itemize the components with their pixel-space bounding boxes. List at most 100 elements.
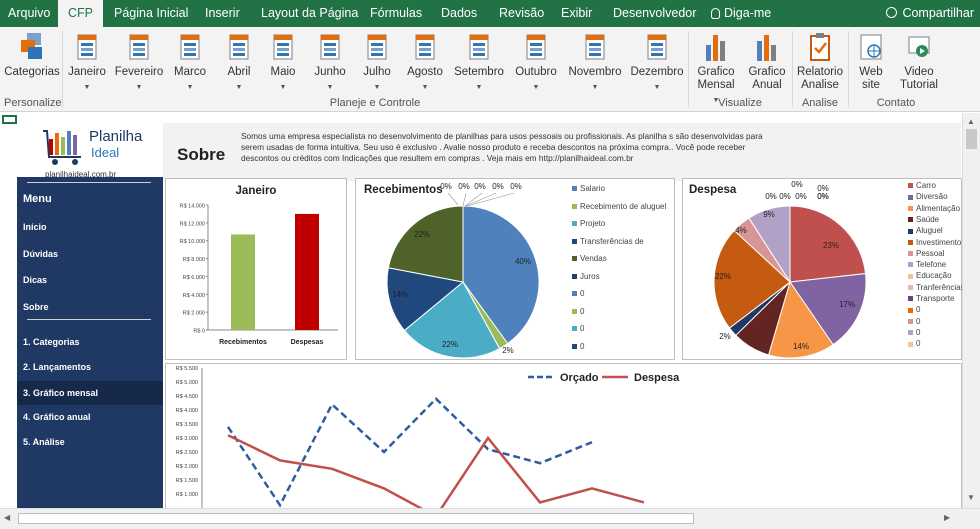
share-button[interactable]: Compartilhar xyxy=(886,0,974,27)
scroll-down-icon[interactable]: ▼ xyxy=(967,493,975,502)
dropdown-caret-icon: ▼ xyxy=(235,84,243,91)
website-button[interactable]: Web site xyxy=(852,31,890,92)
calendar-sheet-icon xyxy=(273,34,293,60)
sidebar-menu: Menu Início Dúvidas Dicas Sobre 1. Categ… xyxy=(17,177,163,508)
sidebar-link-dicas[interactable]: Dicas xyxy=(23,275,47,285)
about-title: Sobre xyxy=(177,145,226,164)
scroll-thumb[interactable] xyxy=(966,129,977,149)
calendar-sheet-icon xyxy=(229,34,249,60)
x-tick-label: Despesas xyxy=(291,339,324,346)
person-icon xyxy=(886,7,898,18)
sidebar-item-categorias[interactable]: 1. Categorias xyxy=(23,337,80,347)
ribbon-tab-bar: Arquivo CFP Página Inicial Inserir Layou… xyxy=(0,0,980,27)
tab-layout-pagina[interactable]: Layout da Página xyxy=(261,0,358,27)
pie-value-label: 9% xyxy=(763,210,775,219)
logo-line1: Planilha xyxy=(89,128,143,145)
dropdown-caret-icon: ▼ xyxy=(475,84,483,91)
chart-orcado-despesa[interactable]: R$ 1.000 R$ 1.500 R$ 2.000 R$ 2.500 R$ 3.000… xyxy=(165,363,962,509)
legend-item: 0 xyxy=(908,305,920,314)
sidebar-item-grafico-anual[interactable]: 4. Gráfico anual xyxy=(23,412,91,422)
month-button-4[interactable]: Maio ▼ xyxy=(263,31,303,94)
y-tick-label: R$ 6.000 xyxy=(183,275,205,281)
legend-item: Alimentação xyxy=(908,204,960,213)
sidebar-link-sobre[interactable]: Sobre xyxy=(23,302,49,312)
horizontal-scrollbar[interactable]: ◀ ▶ xyxy=(0,508,980,529)
dropdown-caret-icon: ▼ xyxy=(135,84,143,91)
tab-formulas[interactable]: Fórmulas xyxy=(370,0,422,27)
worksheet-area[interactable]: Planilha Ideal planilhaideal.com.br Sobr… xyxy=(0,113,965,509)
chart-despesa[interactable]: Despesa 23% 17% 14% 2% 22% 4% 9% 0% 0% 0% 0% 0% 0% 0%… xyxy=(682,178,965,360)
group-label-analise: Analise xyxy=(801,97,839,109)
tab-revisao[interactable]: Revisão xyxy=(499,0,544,27)
legend-swatch xyxy=(572,256,577,262)
ribbon: Categorias Janeiro ▼ Fevereiro ▼ Marco ▼ Abril… xyxy=(0,27,980,112)
leader-line xyxy=(447,192,459,206)
pie-value-label: 22% xyxy=(715,272,731,281)
bar-0 xyxy=(231,234,255,330)
group-label-visualize: Visualize xyxy=(718,97,762,109)
month-button-0[interactable]: Janeiro ▼ xyxy=(64,31,110,94)
vertical-scrollbar[interactable]: ▲ ▼ xyxy=(962,113,980,508)
grafico-mensal-button[interactable]: Grafico Mensal ▼ xyxy=(692,31,740,107)
leader-line xyxy=(462,192,467,207)
chart-recebimentos[interactable]: Recebimentos 40% 2% 22% 14% 22% 0% 0% 0% 0% 0% Sa… xyxy=(355,178,675,360)
month-button-8[interactable]: Setembro ▼ xyxy=(452,31,506,94)
scroll-right-icon[interactable]: ▶ xyxy=(944,513,950,522)
pie-value-label: 17% xyxy=(839,300,855,309)
tab-dados[interactable]: Dados xyxy=(441,0,477,27)
scroll-left-icon[interactable]: ◀ xyxy=(4,513,10,522)
tell-me-search[interactable]: Diga-me xyxy=(711,0,771,27)
tab-desenvolvedor[interactable]: Desenvolvedor xyxy=(613,0,696,27)
legend-swatch xyxy=(908,296,913,302)
group-label-contato: Contato xyxy=(876,97,916,109)
tab-inserir[interactable]: Inserir xyxy=(205,0,240,27)
legend-swatch xyxy=(908,273,913,279)
y-tick-label: R$ 12.000 xyxy=(180,221,205,227)
selected-cell[interactable] xyxy=(2,115,17,124)
legend-item: Recebimento de aluguel xyxy=(572,202,666,211)
legend-swatch xyxy=(572,273,577,279)
month-button-7[interactable]: Agosto ▼ xyxy=(402,31,448,94)
month-button-6[interactable]: Julho ▼ xyxy=(356,31,398,94)
clipboard-check-icon xyxy=(810,33,830,61)
pie-value-label: 22% xyxy=(442,340,458,349)
pie-value-label: 4% xyxy=(735,226,747,235)
pie-value-label: 0% xyxy=(458,182,470,191)
grafico-anual-button[interactable]: Grafico Anual xyxy=(745,31,789,92)
sidebar-item-analise[interactable]: 5. Análise xyxy=(23,437,65,447)
dropdown-caret-icon: ▼ xyxy=(186,84,194,91)
month-button-1[interactable]: Fevereiro ▼ xyxy=(114,31,164,94)
month-button-5[interactable]: Junho ▼ xyxy=(309,31,351,94)
month-button-2[interactable]: Marco ▼ xyxy=(163,31,217,94)
legend-swatch xyxy=(572,291,577,297)
bar-chart-svg: R$ 0 R$ 2.000 R$ 4.000 R$ 6.000 R$ 8.000 R$ 1… xyxy=(180,204,338,346)
sidebar-item-grafico-mensal[interactable]: 3. Gráfico mensal xyxy=(23,388,98,398)
chart-janeiro[interactable]: Janeiro R$ 0 R$ 2.000 R$ 4.000 R$ 6.000 R$ 8… xyxy=(165,178,347,360)
group-label-personalize: Personalize xyxy=(4,97,62,109)
sidebar-link-inicio[interactable]: Início xyxy=(23,222,47,232)
month-button-3[interactable]: Abril ▼ xyxy=(220,31,258,94)
month-button-10[interactable]: Novembro ▼ xyxy=(565,31,625,94)
categories-icon xyxy=(21,33,42,59)
scroll-up-icon[interactable]: ▲ xyxy=(967,117,975,126)
sidebar-item-lancamentos[interactable]: 2. Lançamentos xyxy=(23,362,91,372)
y-tick-label: R$ 8.000 xyxy=(183,257,205,263)
group-label-planeje: Planeje e Controle xyxy=(329,97,421,109)
hscroll-thumb[interactable] xyxy=(18,513,694,524)
calendar-sheet-icon xyxy=(415,34,435,60)
tab-cfp[interactable]: CFP xyxy=(58,0,103,27)
categorias-button[interactable]: Categorias xyxy=(4,31,60,79)
legend-swatch xyxy=(908,330,913,336)
tab-arquivo[interactable]: Arquivo xyxy=(8,0,50,27)
month-button-9[interactable]: Outubro ▼ xyxy=(511,31,561,94)
y-tick-label: R$ 5.000 xyxy=(176,380,198,386)
legend-swatch xyxy=(908,307,913,313)
tab-exibir[interactable]: Exibir xyxy=(561,0,592,27)
video-tutorial-button[interactable]: Video Tutorial xyxy=(896,31,942,92)
relatorio-analise-button[interactable]: Relatorio Analise xyxy=(795,31,845,92)
tab-pagina-inicial[interactable]: Página Inicial xyxy=(114,0,188,27)
globe-page-icon xyxy=(860,34,882,60)
month-button-11[interactable]: Dezembro ▼ xyxy=(629,31,685,94)
about-section: Sobre Somos uma empresa especialista no … xyxy=(163,123,961,181)
sidebar-link-duvidas[interactable]: Dúvidas xyxy=(23,249,58,259)
